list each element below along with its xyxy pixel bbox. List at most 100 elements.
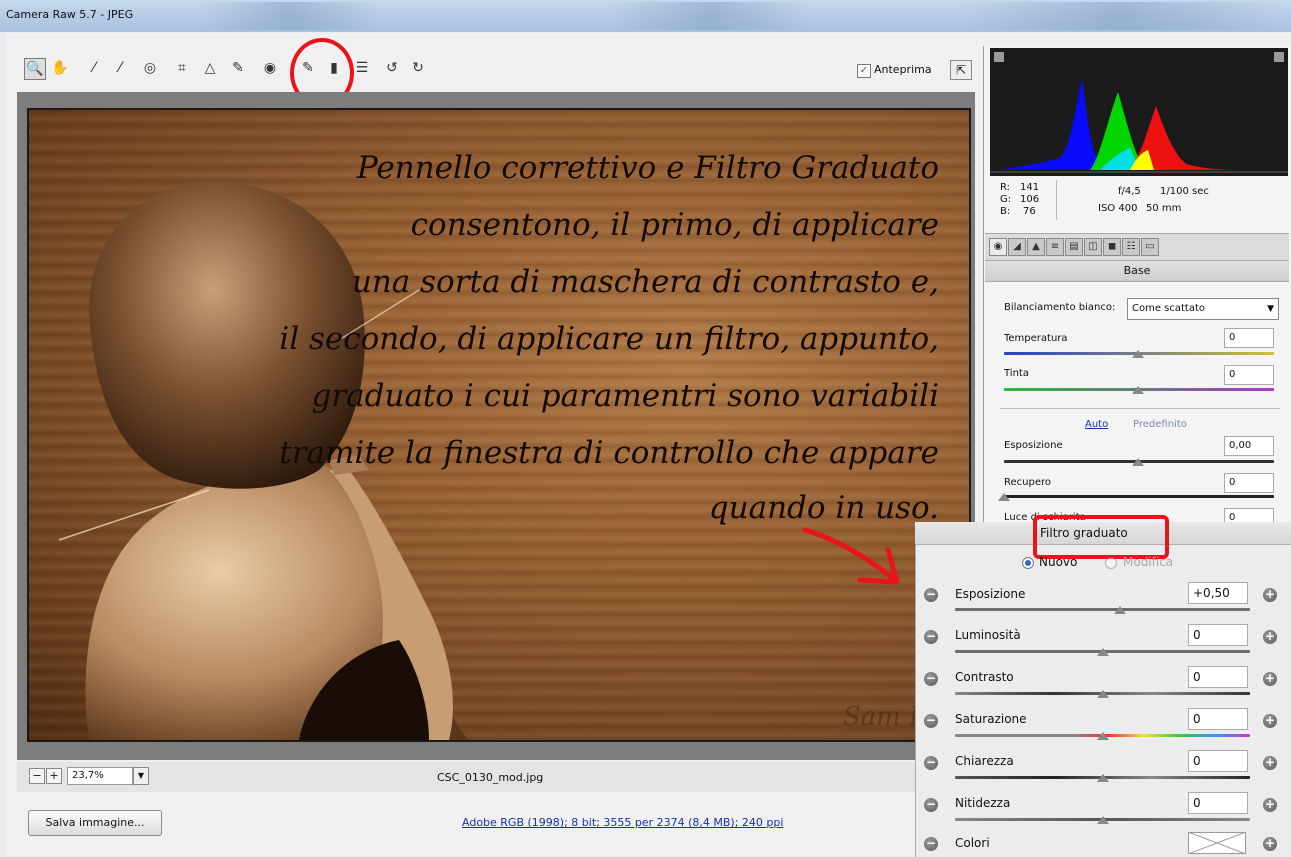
color-sampler-tool-icon[interactable]: ⁄ — [110, 58, 130, 78]
split-tone-tab-icon[interactable]: ▤ — [1065, 238, 1083, 256]
preview-checkbox[interactable]: ✓ — [857, 64, 871, 78]
shutter-value: 1/100 sec — [1160, 186, 1209, 197]
aperture-value: f/4,5 — [1118, 186, 1141, 197]
gf-sharpness-field[interactable]: 0 — [1188, 792, 1248, 814]
gf-saturation-slider-thumb[interactable] — [1097, 732, 1109, 740]
plus-icon[interactable]: + — [1263, 837, 1277, 851]
plus-icon[interactable]: + — [1263, 588, 1277, 602]
gf-exposure-slider-thumb[interactable] — [1114, 606, 1126, 614]
zoom-out-button[interactable]: − — [29, 768, 45, 784]
gf-luminosity-field[interactable]: 0 — [1188, 624, 1248, 646]
mode-new-radio[interactable] — [1022, 557, 1034, 569]
targeted-adjustment-tool-icon[interactable]: ◎ — [140, 58, 160, 78]
auto-link[interactable]: Auto — [1085, 419, 1108, 430]
gf-color-label: Colori — [955, 836, 990, 850]
rotate-ccw-icon[interactable]: ↺ — [382, 58, 402, 78]
recovery-slider[interactable] — [1004, 495, 1274, 498]
white-balance-tool-icon[interactable]: ⁄ — [84, 58, 104, 78]
zoom-in-button[interactable]: + — [46, 768, 62, 784]
exposure-field[interactable]: 0,00 — [1224, 436, 1274, 456]
zoom-bar: − + 23,7% ▼ CSC_0130_mod.jpg — [17, 762, 975, 792]
exposure-label: Esposizione — [1004, 440, 1063, 451]
gf-sharpness-label: Nitidezza — [955, 796, 1011, 810]
title-bar-reflection — [200, 2, 380, 30]
zoom-dropdown-icon[interactable]: ▼ — [133, 767, 149, 785]
gf-clarity-field[interactable]: 0 — [1188, 750, 1248, 772]
recovery-field[interactable]: 0 — [1224, 473, 1274, 493]
minus-icon[interactable]: − — [924, 714, 938, 728]
minus-icon[interactable]: − — [924, 756, 938, 770]
detail-tab-icon[interactable]: ▲ — [1027, 238, 1045, 256]
minus-icon[interactable]: − — [924, 588, 938, 602]
gf-contrast-field[interactable]: 0 — [1188, 666, 1248, 688]
gf-luminosity-slider-thumb[interactable] — [1097, 648, 1109, 656]
tint-slider-thumb[interactable] — [1132, 386, 1144, 394]
workflow-options-link[interactable]: Adobe RGB (1998); 8 bit; 3555 per 2374 (… — [462, 816, 783, 829]
recovery-label: Recupero — [1004, 477, 1051, 488]
gf-exposure-label: Esposizione — [955, 587, 1026, 601]
minus-icon[interactable]: − — [924, 798, 938, 812]
presets-tab-icon[interactable]: ▭ — [1141, 238, 1159, 256]
g-value: 106 — [1020, 194, 1040, 205]
plus-icon[interactable]: + — [1263, 714, 1277, 728]
minus-icon[interactable]: − — [924, 630, 938, 644]
preferences-tool-icon[interactable]: ☰ — [352, 58, 372, 78]
histogram — [990, 48, 1288, 176]
crop-tool-icon[interactable]: ⌗ — [172, 58, 192, 78]
gf-clarity-slider-thumb[interactable] — [1097, 774, 1109, 782]
save-image-button[interactable]: Salva immagine... — [28, 810, 162, 836]
zoom-level-field[interactable]: 23,7% — [67, 767, 133, 785]
focal-length-value: 50 mm — [1146, 203, 1182, 214]
gf-contrast-slider-thumb[interactable] — [1097, 690, 1109, 698]
basic-tab-icon[interactable]: ◉ — [989, 238, 1007, 256]
chevron-down-icon: ▼ — [1267, 304, 1274, 314]
panel-section-title: Base — [985, 261, 1289, 282]
fullscreen-toggle-button[interactable]: ⇱ — [950, 60, 972, 80]
pixel-readout: R: 141 G: 106 B: 76 f/4,5 1/100 sec ISO … — [990, 178, 1288, 230]
spot-removal-tool-icon[interactable]: ✎ — [228, 58, 248, 78]
caption-line-6: tramite la finestra di controllo che app… — [279, 435, 939, 471]
effects-tab-icon[interactable]: ◼ — [1103, 238, 1121, 256]
red-eye-tool-icon[interactable]: ◉ — [260, 58, 280, 78]
title-bar-reflection — [960, 2, 1280, 30]
gf-clarity-label: Chiarezza — [955, 754, 1014, 768]
window-title: Camera Raw 5.7 - JPEG — [6, 8, 134, 21]
plus-icon[interactable]: + — [1263, 630, 1277, 644]
gf-saturation-field[interactable]: 0 — [1188, 708, 1248, 730]
r-label: R: — [1000, 182, 1011, 193]
tone-curve-tab-icon[interactable]: ◢ — [1008, 238, 1026, 256]
hsl-tab-icon[interactable]: ≡ — [1046, 238, 1064, 256]
temperature-slider-thumb[interactable] — [1132, 350, 1144, 358]
gf-sharpness-slider-thumb[interactable] — [1097, 816, 1109, 824]
hand-tool-icon[interactable]: ✋ — [50, 58, 70, 78]
camera-calibration-tab-icon[interactable]: ☷ — [1122, 238, 1140, 256]
gf-saturation-label: Saturazione — [955, 712, 1027, 726]
gf-exposure-field[interactable]: +0,50 — [1188, 582, 1248, 604]
plus-icon[interactable]: + — [1263, 756, 1277, 770]
white-balance-select[interactable]: Come scattato ▼ — [1127, 298, 1279, 320]
recovery-slider-thumb[interactable] — [998, 493, 1010, 501]
photo-preview[interactable]: Pennello correttivo e Filtro Graduato co… — [27, 108, 971, 742]
tint-field[interactable]: 0 — [1224, 365, 1274, 385]
gf-exposure-slider[interactable] — [955, 608, 1250, 611]
default-link[interactable]: Predefinito — [1133, 419, 1187, 430]
temperature-field[interactable]: 0 — [1224, 328, 1274, 348]
white-balance-label: Bilanciamento bianco: — [1004, 302, 1116, 313]
rotate-cw-icon[interactable]: ↻ — [408, 58, 428, 78]
caption-line-2: consentono, il primo, di applicare — [410, 207, 939, 243]
plus-icon[interactable]: + — [1263, 672, 1277, 686]
mode-edit-radio[interactable] — [1105, 557, 1117, 569]
readout-divider — [1056, 180, 1057, 220]
caption-line-4: il secondo, di applicare un filtro, appu… — [279, 321, 939, 357]
color-swatch-empty-icon[interactable] — [1188, 832, 1246, 854]
lens-tab-icon[interactable]: ◫ — [1084, 238, 1102, 256]
minus-icon[interactable]: − — [924, 672, 938, 686]
minus-icon[interactable]: − — [924, 837, 938, 851]
title-bar: Camera Raw 5.7 - JPEG — [0, 0, 1291, 32]
plus-icon[interactable]: + — [1263, 798, 1277, 812]
zoom-tool-icon[interactable]: 🔍 — [24, 58, 46, 80]
annotation-red-arrow — [802, 527, 900, 585]
straighten-tool-icon[interactable]: △ — [200, 58, 220, 78]
panel-tabs: ◉ ◢ ▲ ≡ ▤ ◫ ◼ ☷ ▭ — [985, 233, 1289, 261]
exposure-slider-thumb[interactable] — [1132, 458, 1144, 466]
